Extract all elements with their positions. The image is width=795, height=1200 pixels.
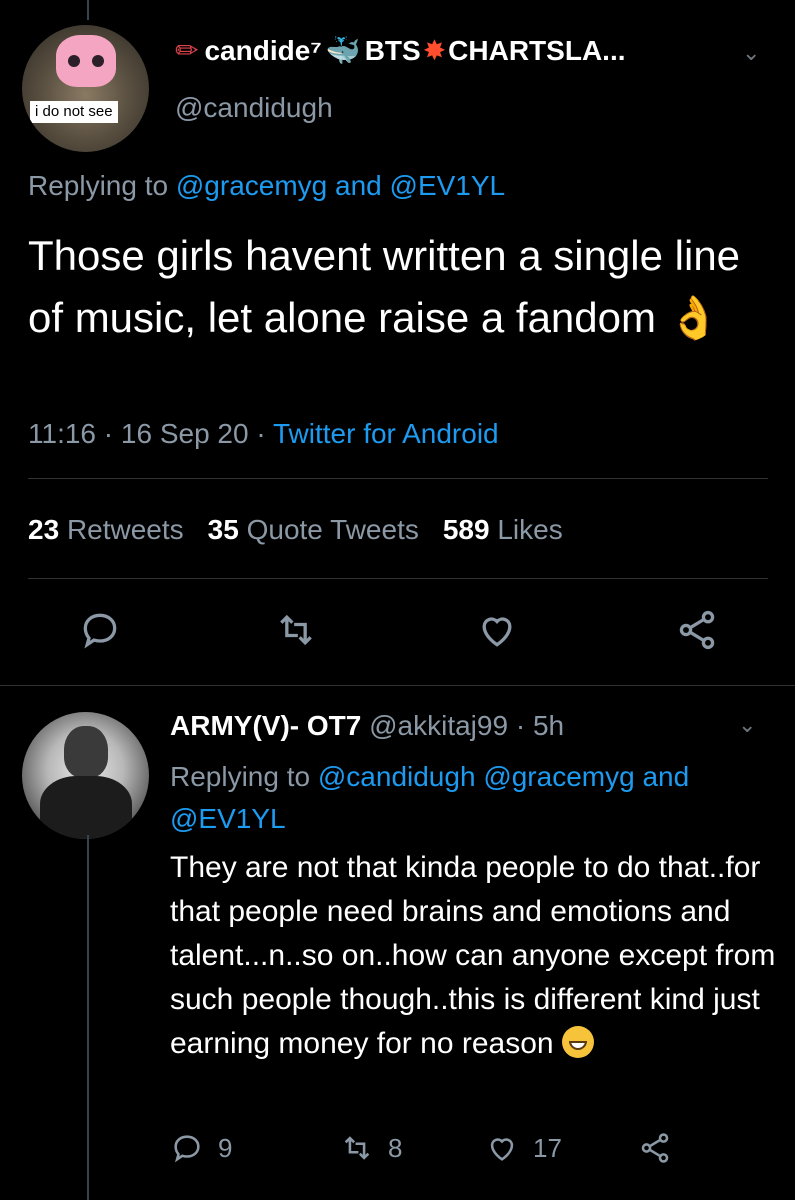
tweet-date: 16 Sep 20 bbox=[120, 418, 249, 449]
ok-hand-emoji-icon: 👌 bbox=[667, 294, 720, 341]
mention-link[interactable]: @EV1YL bbox=[390, 170, 506, 201]
chevron-down-icon[interactable]: ⌄ bbox=[742, 40, 760, 66]
like-button[interactable] bbox=[475, 608, 519, 652]
reply-icon bbox=[83, 613, 117, 649]
retweet-button[interactable] bbox=[274, 608, 318, 652]
reply-share-button[interactable] bbox=[638, 1128, 686, 1168]
heart-icon bbox=[482, 617, 512, 647]
reply-avatar[interactable] bbox=[22, 712, 149, 839]
mention-link[interactable]: @gracemyg bbox=[483, 761, 634, 792]
reply-text: They are not that kinda people to do tha… bbox=[170, 846, 780, 1066]
reply-age: 5h bbox=[532, 710, 565, 741]
tweet-time: 11:16 bbox=[28, 418, 96, 449]
avatar-head-art bbox=[64, 726, 108, 778]
retweet-icon bbox=[344, 1136, 370, 1160]
pencil-emoji-icon: ✏ bbox=[175, 35, 199, 66]
whale-emoji-icon: 🐳 bbox=[325, 35, 361, 66]
display-name[interactable]: ✏ candide⁷ 🐳 BTS✸CHARTSLA... bbox=[175, 34, 626, 67]
reply-display-name: ARMY(V)- OT7 bbox=[170, 710, 362, 741]
mention-link[interactable]: @candidugh bbox=[318, 761, 476, 792]
tweet-text: Those girls havent written a single line… bbox=[28, 225, 778, 349]
collision-emoji-icon: ✸ bbox=[422, 35, 447, 66]
reply-body: They are not that kinda people to do tha… bbox=[170, 851, 776, 1060]
engagement-stats: 23 Retweets 35 Quote Tweets 589 Likes bbox=[28, 514, 563, 546]
reply-count: 9 bbox=[218, 1132, 233, 1163]
quotes-count: 35 bbox=[207, 514, 239, 545]
reply-button[interactable] bbox=[78, 608, 122, 652]
display-name-suffix: BTS bbox=[364, 35, 421, 66]
mention-link[interactable]: @gracemyg bbox=[176, 170, 327, 201]
likes-count: 589 bbox=[442, 514, 490, 545]
likes-stat[interactable]: 589 Likes bbox=[443, 514, 563, 545]
avatar-body-art bbox=[40, 776, 132, 839]
thread-line bbox=[87, 0, 89, 20]
reply-like-button[interactable]: 17 bbox=[485, 1128, 562, 1168]
heart-icon bbox=[490, 1138, 514, 1161]
tweet-meta: 11:16 · 16 Sep 20 · Twitter for Android bbox=[28, 418, 499, 449]
replying-and[interactable]: and bbox=[335, 170, 382, 201]
quotes-stat[interactable]: 35 Quote Tweets bbox=[208, 514, 419, 545]
divider bbox=[28, 578, 768, 579]
reply-handle: @akkitaj99 bbox=[369, 710, 509, 741]
display-name-tail: CHARTSLA... bbox=[448, 35, 626, 66]
avatar[interactable]: i do not see bbox=[22, 25, 149, 152]
retweets-stat[interactable]: 23 Retweets bbox=[28, 514, 184, 545]
reply-header[interactable]: ARMY(V)- OT7 @akkitaj99 · 5h bbox=[170, 710, 564, 742]
retweets-label: Retweets bbox=[66, 514, 184, 545]
thread-line bbox=[87, 835, 89, 1200]
replying-prefix: Replying to bbox=[28, 170, 169, 201]
quotes-label: Quote Tweets bbox=[246, 514, 419, 545]
share-button[interactable] bbox=[675, 608, 719, 652]
like-count: 17 bbox=[533, 1132, 562, 1163]
tweet-body: Those girls havent written a single line… bbox=[28, 232, 741, 341]
divider bbox=[0, 685, 795, 686]
reply-reply-button[interactable]: 9 bbox=[170, 1128, 232, 1168]
likes-label: Likes bbox=[497, 514, 563, 545]
divider bbox=[28, 478, 768, 479]
mention-link[interactable]: @EV1YL bbox=[170, 803, 286, 834]
replying-to-line: Replying to @gracemyg and @EV1YL bbox=[28, 170, 505, 202]
avatar-caption: i do not see bbox=[30, 101, 118, 123]
reply-replying-to-line: Replying to @candidugh @gracemyg and @EV… bbox=[170, 756, 770, 840]
retweet-icon bbox=[280, 614, 312, 646]
retweet-count: 8 bbox=[388, 1132, 403, 1163]
replying-prefix: Replying to bbox=[170, 761, 311, 792]
share-icon bbox=[641, 1133, 669, 1163]
chevron-down-icon[interactable]: ⌄ bbox=[738, 712, 756, 738]
reply-retweet-button[interactable]: 8 bbox=[340, 1128, 402, 1168]
grinning-emoji-icon bbox=[561, 1026, 594, 1058]
tweet-source-link[interactable]: Twitter for Android bbox=[273, 418, 499, 449]
avatar-mask-art bbox=[56, 35, 116, 87]
share-icon bbox=[679, 610, 715, 650]
replying-and[interactable]: and bbox=[642, 761, 689, 792]
reply-icon bbox=[174, 1135, 200, 1163]
handle[interactable]: @candidugh bbox=[175, 92, 333, 124]
retweets-count: 23 bbox=[28, 514, 60, 545]
display-name-text: candide⁷ bbox=[204, 35, 322, 66]
